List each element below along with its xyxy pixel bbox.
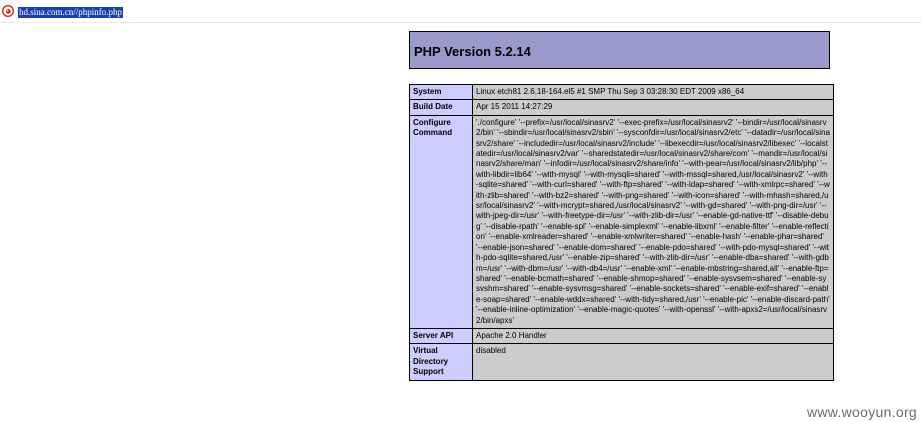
row-value: './configure' '--prefix=/usr/local/sinas… — [472, 114, 834, 329]
page-title: PHP Version 5.2.14 — [414, 44, 531, 59]
table-row: Configure Command './configure' '--prefi… — [409, 114, 834, 329]
row-value: Apr 15 2011 14:27:29 — [472, 99, 834, 116]
table-row: Virtual Directory Support disabled — [409, 343, 834, 381]
table-row: Build Date Apr 15 2011 14:27:29 — [409, 99, 834, 116]
php-version-header: PHP Version 5.2.14 — [409, 31, 830, 69]
row-key: Server API — [409, 327, 473, 345]
row-key: Virtual Directory Support — [409, 343, 473, 381]
row-value: Apache 2.0 Handler — [472, 327, 834, 345]
row-value: Linux etch81 2.6.18-164.el5 #1 SMP Thu S… — [472, 83, 834, 101]
row-key: Configure Command — [409, 114, 473, 329]
watermark: www.wooyun.org — [806, 404, 917, 420]
page: hd.sina.com.cn//phpinfo.php PHP Version … — [0, 0, 921, 422]
sina-eye-icon — [2, 5, 14, 17]
url-text[interactable]: hd.sina.com.cn//phpinfo.php — [18, 7, 123, 18]
address-bar[interactable]: hd.sina.com.cn//phpinfo.php — [0, 0, 921, 23]
table-row: System Linux etch81 2.6.18-164.el5 #1 SM… — [409, 83, 834, 101]
row-key: System — [409, 83, 473, 101]
row-key: Build Date — [409, 99, 473, 116]
row-value: disabled — [472, 343, 834, 381]
table-row: Server API Apache 2.0 Handler — [409, 327, 834, 345]
phpinfo-table: System Linux etch81 2.6.18-164.el5 #1 SM… — [409, 83, 834, 381]
